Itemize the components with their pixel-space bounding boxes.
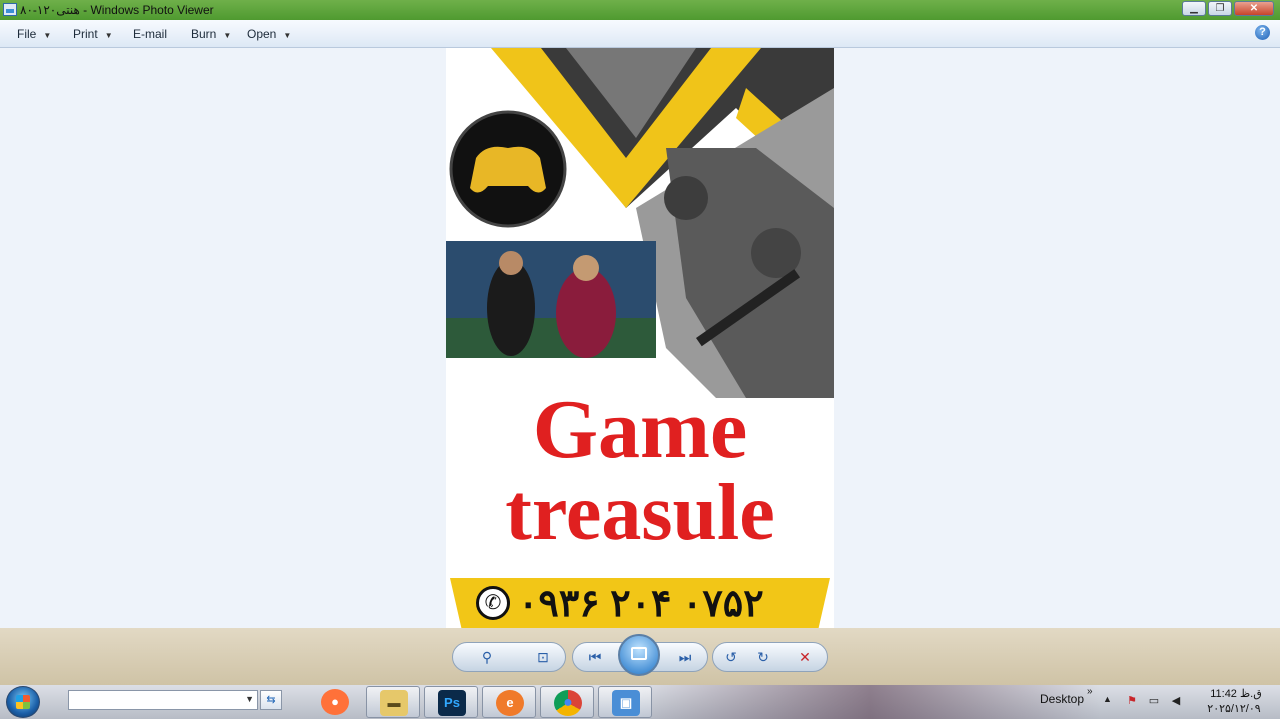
zoom-icon[interactable]: ⚲ <box>475 646 499 668</box>
desktop-toolbar-label[interactable]: Desktop <box>1040 692 1084 706</box>
menu-burn[interactable]: Burn ▼ <box>191 27 231 41</box>
go-button[interactable]: ⇆ <box>260 690 282 710</box>
viewer-control-bar: ⚲ ⊡ ⏮ ⏭ ↺ ↻ ✕ <box>0 628 1280 685</box>
taskbar-file-explorer[interactable]: ▬ <box>366 686 420 718</box>
photoshop-icon: Ps <box>438 690 466 716</box>
photo-viewer-icon: ▣ <box>612 690 640 716</box>
taskbar: ▼ ⇆ ● ▬ Ps e ● ▣ Desktop » ▲ ⚑ ▭ ◀ ق.ظ 1… <box>0 685 1280 719</box>
phone-number: ۰۹۳۶ ۲۰۴ ۰۷۵۲ <box>518 583 764 625</box>
show-hidden-icons[interactable]: ▲ <box>1103 694 1112 704</box>
menu-open[interactable]: Open ▼ <box>247 27 291 41</box>
minimize-button[interactable]: ▁ <box>1182 1 1206 16</box>
poster-title-line1: Game <box>532 383 748 476</box>
phone-icon: ✆ <box>476 586 510 620</box>
maximize-button[interactable]: ❐ <box>1208 1 1232 16</box>
menu-email[interactable]: E-mail <box>133 27 167 41</box>
window-title: هنتی۱۲۰-۸۰ - Windows Photo Viewer <box>20 3 214 17</box>
close-button[interactable]: ✕ <box>1234 1 1274 16</box>
delete-icon[interactable]: ✕ <box>793 646 817 668</box>
phone-banner: ✆ ۰۹۳۶ ۲۰۴ ۰۷۵۲ <box>450 578 830 628</box>
rotate-ccw-icon[interactable]: ↺ <box>719 646 743 668</box>
help-icon[interactable]: ? <box>1255 25 1270 40</box>
chevron-down-icon: ▼ <box>104 31 113 40</box>
chrome-icon: ● <box>554 690 582 716</box>
window-controls: ▁ ❐ ✕ <box>1182 1 1274 16</box>
start-button[interactable] <box>6 686 40 718</box>
volume-muted-icon[interactable]: ◀ <box>1169 694 1183 708</box>
next-icon[interactable]: ⏭ <box>673 646 697 668</box>
previous-icon[interactable]: ⏮ <box>583 646 607 668</box>
slideshow-button[interactable] <box>618 634 660 676</box>
menu-bar: File ▼ Print ▼ E-mail Burn ▼ Open ▼ ? <box>0 20 1280 48</box>
firefox-icon: ● <box>321 689 349 715</box>
taskbar-app-orange[interactable]: e <box>482 686 536 718</box>
clock-time[interactable]: ق.ظ 11:42 <box>1201 687 1271 700</box>
app-orange-icon: e <box>496 690 524 716</box>
taskbar-firefox[interactable]: ● <box>308 686 362 718</box>
actual-size-icon[interactable]: ⊡ <box>531 646 555 668</box>
address-toolbar-input[interactable]: ▼ <box>68 690 258 710</box>
folder-icon: ▬ <box>380 690 408 716</box>
menu-file[interactable]: File ▼ <box>17 27 51 41</box>
image-viewer-area: Game treasule ✆ ۰۹۳۶ ۲۰۴ ۰۷۵۲ <box>0 48 1280 628</box>
action-center-flag-icon[interactable]: ⚑ <box>1125 694 1139 708</box>
background-ghost <box>30 630 230 685</box>
poster-image: Game treasule ✆ ۰۹۳۶ ۲۰۴ ۰۷۵۲ <box>446 48 834 628</box>
photo-viewer-icon <box>3 3 17 16</box>
poster-title-line2: treasule <box>505 469 775 557</box>
taskbar-photoshop[interactable]: Ps <box>424 686 478 718</box>
edit-controls: ↺ ↻ ✕ <box>712 642 828 672</box>
network-icon[interactable]: ▭ <box>1147 694 1161 708</box>
zoom-controls: ⚲ ⊡ <box>452 642 566 672</box>
clock-date[interactable]: ۲۰۲۵/۱۲/۰۹ <box>1197 702 1271 715</box>
chevron-down-icon[interactable]: ▼ <box>245 694 254 704</box>
taskbar-chrome[interactable]: ● <box>540 686 594 718</box>
chevron-down-icon: ▼ <box>223 31 232 40</box>
chevron-down-icon: ▼ <box>283 31 292 40</box>
chevron-down-icon: ▼ <box>43 31 52 40</box>
toolbar-chevron-icon[interactable]: » <box>1087 686 1093 697</box>
title-bar: هنتی۱۲۰-۸۰ - Windows Photo Viewer ▁ ❐ ✕ <box>0 0 1280 20</box>
taskbar-photo-viewer[interactable]: ▣ <box>598 686 652 718</box>
rotate-cw-icon[interactable]: ↻ <box>751 646 775 668</box>
menu-print[interactable]: Print ▼ <box>73 27 113 41</box>
